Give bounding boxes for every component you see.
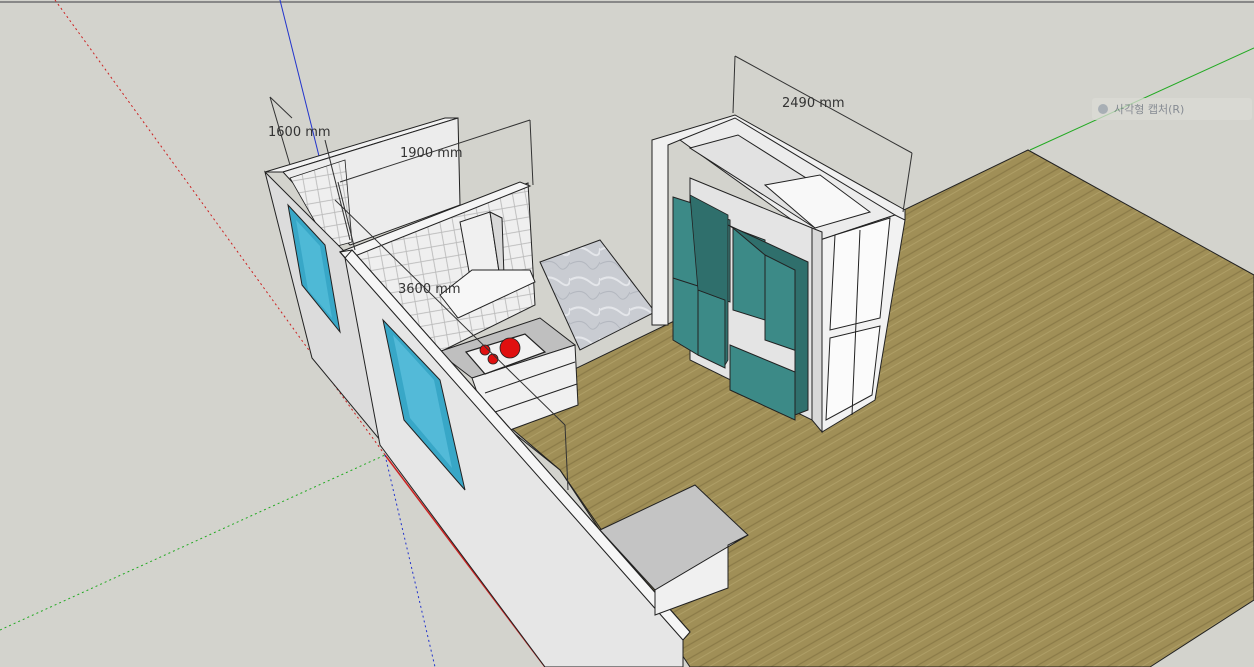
capture-icon	[1098, 104, 1108, 114]
door-4	[697, 289, 726, 369]
capture-tooltip-label: 사각형 캡처(R)	[1114, 103, 1185, 116]
sketchup-viewport[interactable]: 1600 mm 1900 mm 3600 mm 2490 mm	[0, 0, 1254, 667]
dim-2490: 2490 mm	[782, 96, 845, 111]
green-axis-dotted	[0, 454, 386, 631]
dim-3600: 3600 mm	[398, 282, 461, 297]
dim-1900: 1900 mm	[400, 146, 463, 161]
capture-tooltip: 사각형 캡처(R)	[1092, 98, 1252, 120]
dim-1600: 1600 mm	[268, 125, 331, 140]
